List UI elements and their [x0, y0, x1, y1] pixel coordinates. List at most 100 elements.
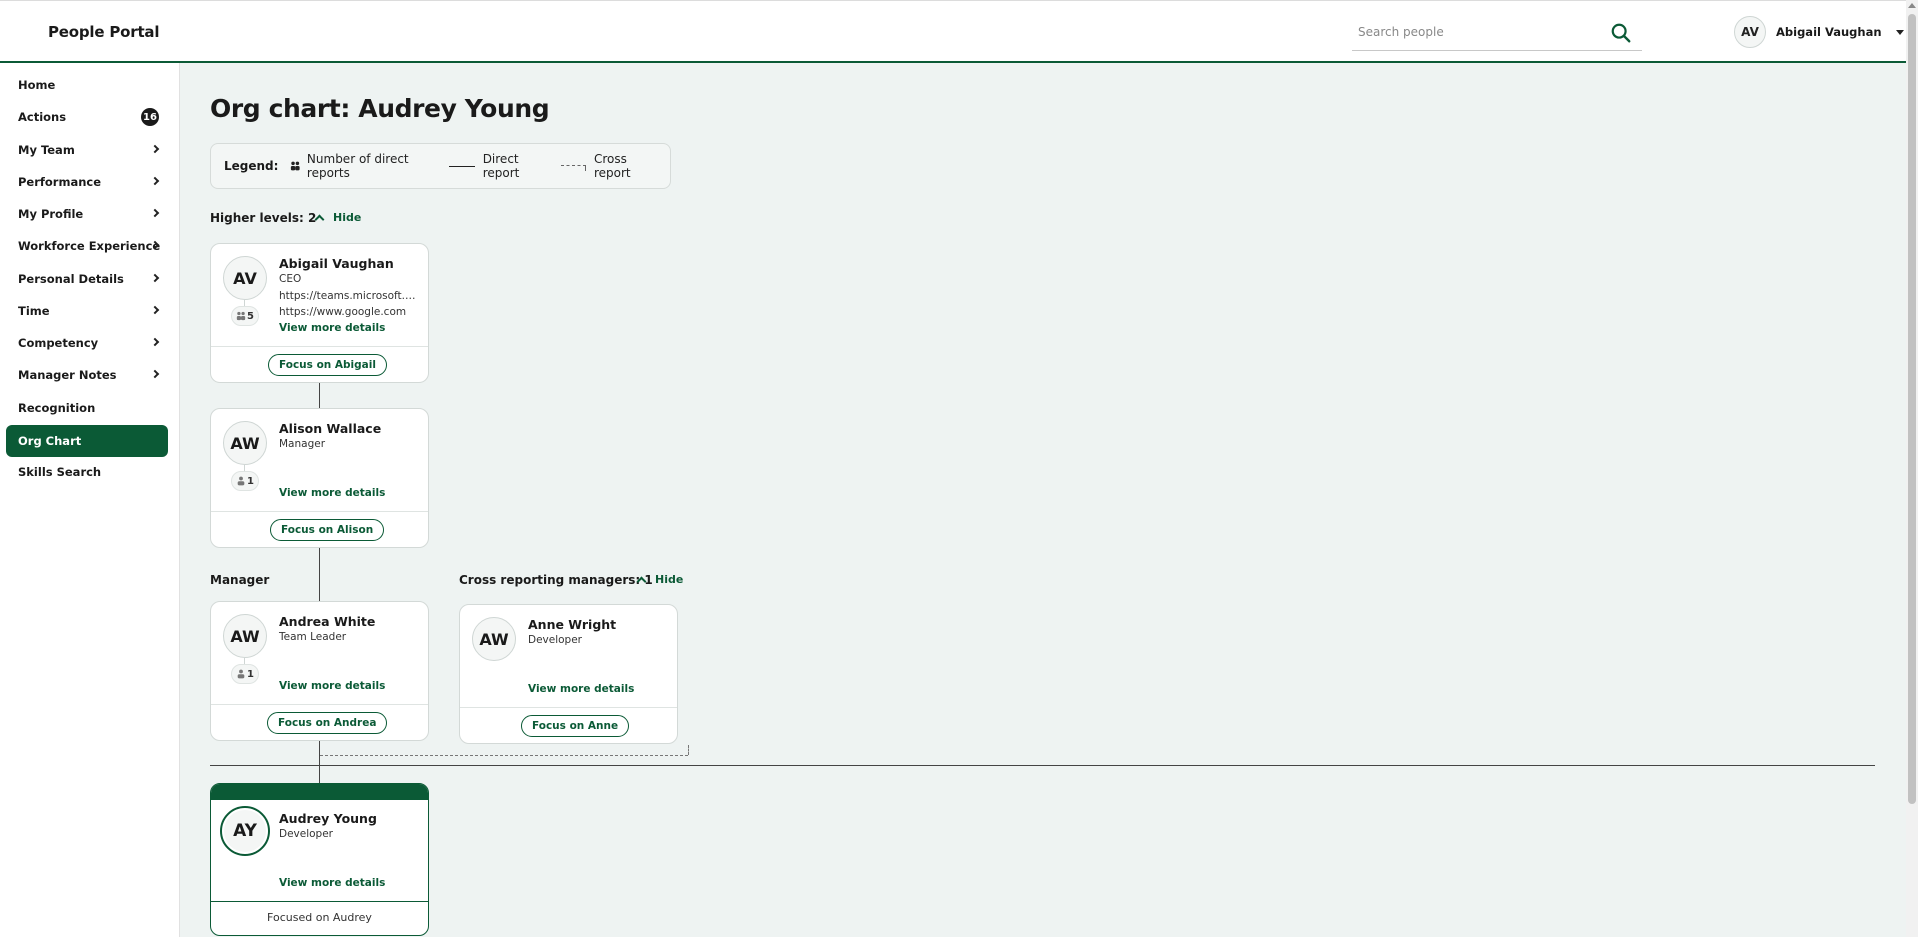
- chevron-right-icon: [150, 208, 160, 218]
- sidebar-item-skills-search[interactable]: Skills Search: [6, 457, 168, 487]
- focus-alison-button[interactable]: Focus on Alison: [270, 519, 385, 541]
- sidebar-item-label: Org Chart: [18, 434, 82, 448]
- sidebar-item-my-team[interactable]: My Team: [6, 135, 168, 165]
- sidebar-item-competency[interactable]: Competency: [6, 328, 168, 358]
- focused-card-top-bar: [211, 784, 428, 800]
- sidebar-item-label: Manager Notes: [18, 368, 117, 382]
- card-divider: [211, 704, 428, 705]
- chevron-right-icon: [150, 144, 160, 154]
- reports-count: 1: [247, 475, 254, 487]
- sidebar-item-label: My Team: [18, 143, 75, 157]
- hide-cross-managers-button[interactable]: Hide: [636, 573, 683, 587]
- sidebar-item-workforce-experience[interactable]: Workforce Experience: [6, 231, 168, 261]
- sidebar-item-label: Time: [18, 304, 50, 318]
- focused-status-text: Focused on Audrey: [267, 911, 372, 924]
- connector-line: [319, 548, 320, 601]
- view-more-details-link[interactable]: View more details: [528, 683, 634, 695]
- brand-title[interactable]: People Portal: [48, 23, 159, 41]
- user-menu[interactable]: AV Abigail Vaughan: [1734, 15, 1904, 49]
- person-icon: [237, 669, 245, 679]
- sidebar-item-actions[interactable]: Actions 16: [6, 102, 168, 132]
- person-card-audrey-focused: AY Audrey Young Developer View more deta…: [210, 783, 429, 936]
- legend-reports-text: Number of direct reports: [306, 152, 409, 180]
- sidebar-item-label: Performance: [18, 175, 102, 189]
- sidebar-item-my-profile[interactable]: My Profile: [6, 199, 168, 229]
- avatar: AW: [223, 614, 267, 658]
- person-role: Manager: [279, 438, 326, 450]
- chevron-right-icon: [150, 337, 160, 347]
- sidebar-item-personal-details[interactable]: Personal Details: [6, 264, 168, 294]
- search-icon[interactable]: [1610, 22, 1632, 44]
- chevron-right-icon: [150, 176, 160, 186]
- card-divider: [211, 511, 428, 512]
- person-name: Alison Wallace: [279, 421, 382, 436]
- person-name: Audrey Young: [279, 811, 377, 826]
- scroll-up-arrow-icon[interactable]: [1908, 3, 1916, 8]
- sidebar-item-recognition[interactable]: Recognition: [6, 393, 168, 423]
- sidebar-item-org-chart[interactable]: Org Chart: [6, 425, 168, 457]
- sidebar-item-label: Skills Search: [18, 465, 102, 479]
- sidebar-item-label: Actions: [18, 110, 67, 124]
- person-name: Andrea White: [279, 614, 376, 629]
- people-icon: [291, 161, 301, 171]
- view-more-details-link[interactable]: View more details: [279, 877, 385, 889]
- cross-reporting-managers-label: Cross reporting managers: 1: [459, 573, 653, 587]
- top-header: People Portal AV Abigail Vaughan: [0, 0, 1906, 63]
- manager-section-label: Manager: [210, 573, 270, 587]
- sidebar-item-home[interactable]: Home: [6, 70, 168, 100]
- sidebar-item-label: Home: [18, 78, 56, 92]
- chevron-right-icon: [150, 369, 160, 379]
- focus-andrea-button[interactable]: Focus on Andrea: [267, 712, 388, 734]
- hide-higher-levels-button[interactable]: Hide: [314, 211, 362, 225]
- user-avatar: AV: [1734, 16, 1766, 48]
- teams-link[interactable]: https://teams.microsoft.com/l/chat: [279, 290, 419, 302]
- people-icon: [236, 311, 246, 321]
- sidebar-item-manager-notes[interactable]: Manager Notes: [6, 360, 168, 390]
- card-divider: [211, 346, 428, 347]
- card-divider: [460, 707, 677, 708]
- chevron-right-icon: [150, 273, 160, 283]
- website-link[interactable]: https://www.google.com: [279, 306, 419, 318]
- person-card-anne: AW Anne Wright Developer View more detai…: [459, 604, 678, 744]
- card-divider: [211, 901, 428, 902]
- sidebar-item-label: Recognition: [18, 401, 96, 415]
- legend-dashed-line: [561, 165, 586, 171]
- focus-abigail-button[interactable]: Focus on Abigail: [268, 354, 387, 376]
- chevron-right-icon: [150, 305, 160, 315]
- sidebar-nav: Home Actions 16 My Team Performance My Pr…: [0, 63, 180, 937]
- connector-line: [319, 383, 320, 408]
- person-role: Developer: [279, 828, 334, 840]
- page-scrollbar[interactable]: [1906, 0, 1918, 937]
- cross-report-dashed-line-vertical: [688, 745, 689, 755]
- person-role: CEO: [279, 273, 302, 285]
- person-role: Team Leader: [279, 631, 347, 643]
- view-more-details-link[interactable]: View more details: [279, 680, 385, 692]
- chevron-up-icon: [314, 214, 325, 225]
- actions-count-badge: 16: [141, 108, 159, 126]
- legend-cross-text: Cross report: [593, 152, 631, 180]
- hide-label: Hide: [333, 211, 362, 224]
- focus-anne-button[interactable]: Focus on Anne: [521, 715, 630, 737]
- direct-reports-badge: 5: [231, 306, 259, 326]
- direct-report-line: [319, 741, 320, 783]
- chevron-up-icon: [636, 576, 647, 587]
- view-more-details-link[interactable]: View more details: [279, 487, 385, 499]
- sidebar-item-label: Personal Details: [18, 272, 124, 286]
- sidebar-item-time[interactable]: Time: [6, 296, 168, 326]
- sidebar-item-performance[interactable]: Performance: [6, 167, 168, 197]
- legend-label: Legend:: [224, 159, 279, 173]
- person-card-alison: AW 1 Alison Wallace Manager View more de…: [210, 408, 429, 548]
- avatar: AY: [220, 806, 270, 856]
- person-card-abigail: AV 5 Abigail Vaughan CEO https://teams.m…: [210, 243, 429, 383]
- scrollbar-thumb[interactable]: [1908, 14, 1916, 804]
- avatar: AW: [223, 421, 267, 465]
- direct-reports-badge: 1: [231, 664, 259, 684]
- person-card-andrea: AW 1 Andrea White Team Leader View more …: [210, 601, 429, 741]
- caret-down-icon: [1895, 29, 1904, 35]
- view-more-details-link[interactable]: View more details: [279, 322, 385, 334]
- reports-count: 5: [247, 310, 254, 322]
- direct-reports-badge: 1: [231, 471, 259, 491]
- sidebar-item-label: Workforce Experience: [18, 239, 161, 253]
- legend-solid-line: [448, 165, 475, 167]
- search-input[interactable]: [1352, 17, 1602, 47]
